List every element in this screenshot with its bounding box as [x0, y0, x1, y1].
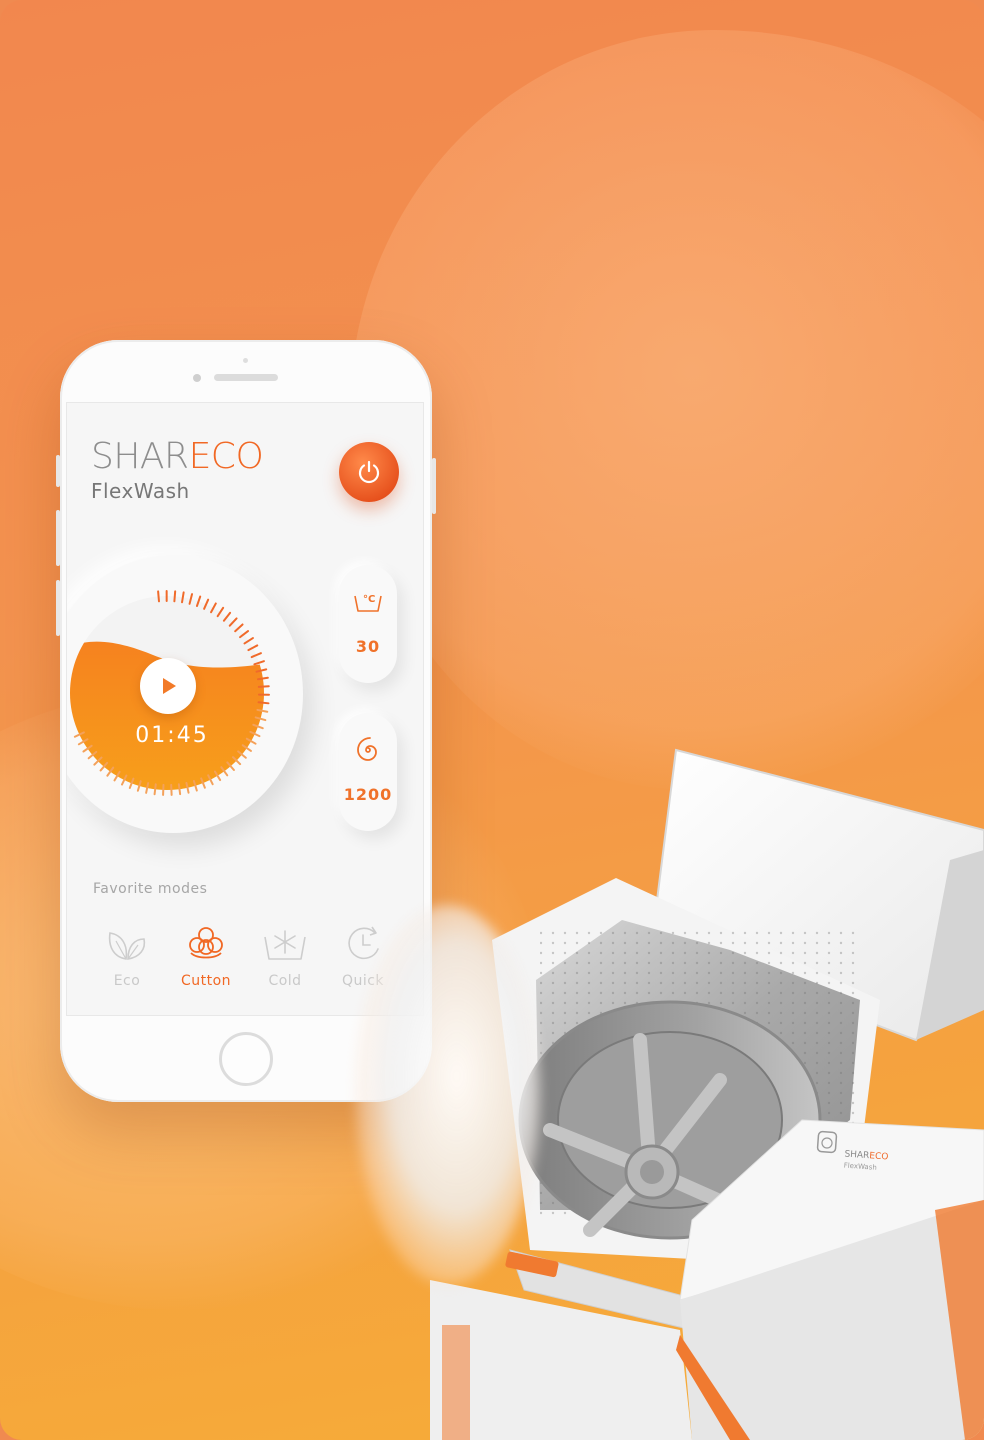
leaves-icon — [108, 932, 146, 960]
dial-tick — [257, 701, 270, 705]
phone-mute-switch — [56, 455, 60, 487]
app-brand: SHARECO FlexWash — [91, 435, 264, 503]
promo-canvas: SHARECO FlexWash SHARECO FlexWash 01:45 … — [0, 0, 984, 1440]
dial-tick — [173, 590, 177, 603]
mode-cold[interactable]: Cold — [250, 923, 320, 989]
play-icon — [163, 678, 176, 694]
mode-eco-label: Eco — [113, 973, 141, 989]
dial-tick — [153, 783, 157, 796]
play-button[interactable] — [140, 658, 196, 714]
mode-cotton-label: Cutton — [180, 973, 232, 989]
favorite-modes-heading: Favorite modes — [93, 881, 208, 897]
cotton-flower-icon — [189, 927, 223, 959]
app-screen: SHARECO FlexWash 01:45 °C 30 1200 Favori… — [66, 402, 424, 1016]
brand-logo: SHARECO — [91, 436, 264, 477]
mode-quick-label: Quick — [341, 973, 385, 989]
phone-sensor — [243, 358, 248, 363]
phone-speaker — [214, 374, 278, 381]
phone-home-button[interactable] — [219, 1032, 273, 1086]
temperature-value: 30 — [355, 637, 381, 656]
phone-volume-down — [56, 580, 60, 636]
power-icon — [358, 460, 380, 484]
phone-power-key — [432, 458, 436, 514]
mode-eco[interactable]: Eco — [92, 923, 162, 989]
dial-tick — [157, 590, 160, 603]
dial-tick — [177, 783, 182, 796]
spin-spiral-icon — [357, 737, 377, 761]
phone-volume-up — [56, 510, 60, 566]
washer-panel-brand: SHARECO FlexWash — [843, 1149, 889, 1172]
washing-machine-image: SHARECO FlexWash — [430, 740, 984, 1440]
spin-control[interactable]: 1200 — [339, 713, 397, 831]
celsius-basin-icon: °C — [354, 594, 382, 612]
product-name: FlexWash — [91, 479, 190, 503]
snowflake-basin-icon — [264, 930, 306, 960]
svg-text:°C: °C — [363, 594, 375, 605]
power-button[interactable] — [339, 442, 399, 502]
mode-cold-label: Cold — [268, 973, 302, 989]
phone-mockup: SHARECO FlexWash 01:45 °C 30 1200 Favori… — [56, 340, 436, 1102]
clock-cycle-icon — [348, 926, 379, 960]
phone-camera — [193, 374, 201, 382]
spin-value: 1200 — [343, 785, 393, 804]
mode-cotton[interactable]: Cutton — [171, 923, 241, 989]
dial-tick — [257, 685, 270, 688]
mode-quick[interactable]: Quick — [328, 923, 398, 989]
background-blob-top — [350, 30, 984, 790]
favorite-modes-list: Eco Cutton Cold Quick — [67, 923, 423, 1003]
temperature-control[interactable]: °C 30 — [339, 565, 397, 683]
countdown-timer: 01:45 — [135, 723, 209, 748]
